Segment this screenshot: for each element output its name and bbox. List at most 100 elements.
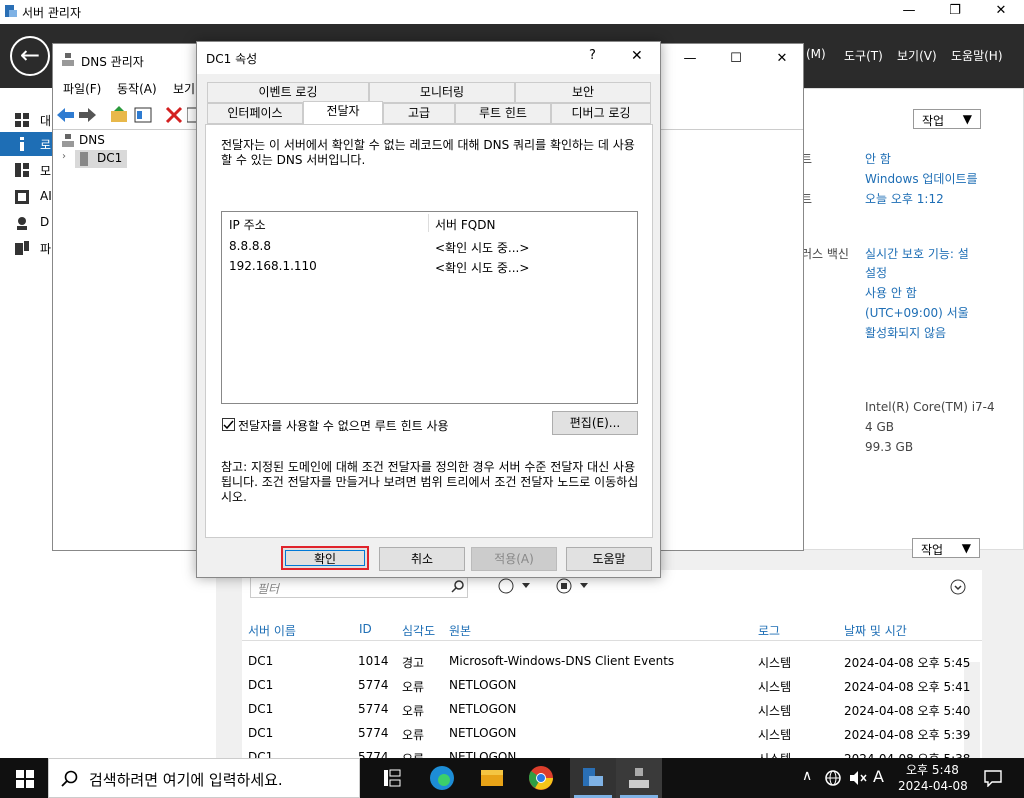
dns-root-icon bbox=[61, 134, 75, 151]
forwarders-tab-panel: 전달자는 이 서버에서 확인할 수 없는 레코드에 대해 DNS 쿼리를 확인하… bbox=[205, 124, 653, 538]
tab-forwarders[interactable]: 전달자 bbox=[303, 101, 383, 124]
forwarders-list[interactable]: IP 주소 서버 FQDN 8.8.8.8 <확인 시도 중...> 192.1… bbox=[221, 211, 638, 404]
minimize-button[interactable]: — bbox=[886, 0, 932, 24]
file-services-icon bbox=[15, 241, 29, 255]
tab-monitoring[interactable]: 모니터링 bbox=[369, 82, 515, 103]
tab-event-logging[interactable]: 이벤트 로깅 bbox=[207, 82, 369, 103]
chrome-icon[interactable] bbox=[525, 764, 557, 792]
prop-value-link[interactable]: 설정 bbox=[865, 264, 887, 281]
prop-value-link[interactable]: 오늘 오후 1:12 bbox=[865, 190, 944, 207]
expand-icon[interactable] bbox=[950, 579, 966, 598]
menu-view[interactable]: 보기(V) bbox=[897, 47, 937, 64]
list-item[interactable]: 192.168.1.110 <확인 시도 중...> bbox=[222, 256, 637, 276]
menu-tools[interactable]: 도구(T) bbox=[844, 47, 883, 64]
table-row[interactable]: DC1 5774 오류 NETLOGON 시스템 2024-04-08 오후 5:39 bbox=[242, 722, 982, 746]
checkbox-label[interactable]: 전달자를 사용할 수 없으면 루트 힌트 사용 bbox=[238, 417, 449, 434]
back-arrow-icon[interactable]: ← bbox=[10, 36, 50, 76]
server-manager-icon bbox=[4, 4, 18, 18]
menu-view[interactable]: 보기 bbox=[173, 80, 195, 97]
menu-help[interactable]: 도움말(H) bbox=[951, 47, 1003, 64]
tab-advanced[interactable]: 고급 bbox=[383, 103, 455, 124]
server-manager-icon bbox=[577, 764, 609, 795]
dns-app-icon bbox=[61, 53, 75, 70]
prop-value-link[interactable]: 활성화되지 않음 bbox=[865, 324, 946, 341]
nav-file-services[interactable]: 파 bbox=[0, 236, 52, 260]
table-row[interactable]: DC1 1014 경고 Microsoft-Windows-DNS Client Ev… bbox=[242, 650, 982, 674]
tree-item-dns[interactable]: DNS bbox=[79, 133, 105, 147]
nav-dns[interactable]: D bbox=[0, 211, 52, 235]
ok-button[interactable]: 확인 bbox=[281, 546, 369, 570]
menu-manage[interactable]: (M) bbox=[806, 47, 826, 61]
clock-date[interactable]: 2024-04-08 bbox=[898, 779, 968, 793]
task-view-icon[interactable] bbox=[376, 764, 408, 792]
help-button[interactable]: 도움말 bbox=[566, 547, 652, 571]
list-item[interactable]: 8.8.8.8 <확인 시도 중...> bbox=[222, 236, 637, 256]
show-hide-tree-icon[interactable] bbox=[134, 106, 152, 127]
col-ip-address[interactable]: IP 주소 bbox=[229, 216, 266, 233]
tasks-dropdown-top[interactable]: 작업 ▼ bbox=[913, 109, 981, 129]
nav-dashboard[interactable]: 대 bbox=[0, 108, 52, 132]
prop-value-link[interactable]: 실시간 보호 기능: 설 bbox=[865, 245, 969, 262]
col-severity[interactable]: 심각도 bbox=[402, 622, 435, 639]
help-icon[interactable]: ? bbox=[589, 48, 596, 63]
col-source[interactable]: 원본 bbox=[449, 622, 471, 639]
nav-all-servers[interactable]: 모 bbox=[0, 158, 52, 182]
network-icon[interactable] bbox=[824, 769, 842, 790]
tasks-dropdown-events[interactable]: 작업 ▼ bbox=[912, 538, 980, 558]
menu-action[interactable]: 동작(A) bbox=[117, 80, 157, 97]
taskbar-search-box[interactable]: 검색하려면 여기에 입력하세요. bbox=[48, 758, 360, 798]
delete-icon[interactable] bbox=[165, 106, 183, 127]
dns-minimize-button[interactable]: — bbox=[667, 48, 713, 72]
col-datetime[interactable]: 날짜 및 시간 bbox=[844, 622, 907, 639]
back-arrow-icon[interactable] bbox=[57, 107, 75, 126]
windows-start-icon[interactable] bbox=[16, 770, 34, 791]
col-log[interactable]: 로그 bbox=[758, 622, 780, 639]
menu-file[interactable]: 파일(F) bbox=[63, 80, 101, 97]
file-explorer-icon[interactable] bbox=[476, 764, 508, 792]
nav-local-server[interactable]: 로 bbox=[0, 132, 52, 156]
prop-value-link[interactable]: (UTC+09:00) 서울 bbox=[865, 304, 969, 321]
tab-interfaces[interactable]: 인터페이스 bbox=[207, 103, 303, 124]
edit-button[interactable]: 편집(E)... bbox=[552, 411, 638, 435]
dns-app-icon bbox=[623, 764, 655, 795]
volume-muted-icon[interactable] bbox=[848, 769, 868, 790]
table-row[interactable]: DC1 5774 오류 NETLOGON 시스템 2024-04-08 오후 5:41 bbox=[242, 674, 982, 698]
nav-label: 파 bbox=[40, 242, 52, 256]
use-root-hints-checkbox[interactable] bbox=[222, 418, 235, 431]
col-server-fqdn[interactable]: 서버 FQDN bbox=[435, 216, 495, 233]
forwarder-ip: 8.8.8.8 bbox=[229, 239, 271, 253]
prop-value: 99.3 GB bbox=[865, 440, 914, 454]
dns-close-button[interactable]: ✕ bbox=[759, 48, 805, 72]
close-button[interactable]: ✕ bbox=[978, 0, 1024, 24]
col-id[interactable]: ID bbox=[359, 622, 372, 636]
edge-browser-icon[interactable] bbox=[426, 764, 458, 792]
filter-input[interactable]: 필터 bbox=[250, 576, 468, 598]
notification-icon[interactable] bbox=[984, 769, 1002, 790]
maximize-button[interactable]: ❐ bbox=[932, 0, 978, 24]
nav-ad[interactable]: AI bbox=[0, 185, 52, 209]
expand-chevron-icon[interactable]: › bbox=[62, 151, 66, 162]
folder-up-icon[interactable] bbox=[110, 106, 128, 127]
apply-button[interactable]: 적용(A) bbox=[471, 547, 557, 571]
cancel-button[interactable]: 취소 bbox=[379, 547, 465, 571]
prop-value-link[interactable]: 안 함 bbox=[865, 150, 891, 167]
filter-options-icon[interactable] bbox=[498, 578, 530, 597]
ime-indicator[interactable]: A bbox=[873, 767, 884, 786]
dns-maximize-button[interactable]: ☐ bbox=[713, 48, 759, 72]
save-query-icon[interactable] bbox=[556, 578, 588, 597]
table-row[interactable]: DC1 5774 오류 NETLOGON 시스템 2024-04-08 오후 5:40 bbox=[242, 698, 982, 722]
tab-debug-logging[interactable]: 디버그 로깅 bbox=[551, 103, 651, 124]
prop-value-link[interactable]: Windows 업데이트를 bbox=[865, 170, 978, 187]
clock-time[interactable]: 오후 5:48 bbox=[906, 761, 959, 778]
taskbar-dns-manager[interactable] bbox=[616, 758, 662, 798]
prop-value-link[interactable]: 사용 안 함 bbox=[865, 284, 917, 301]
col-server-name[interactable]: 서버 이름 bbox=[248, 622, 296, 639]
taskbar-server-manager[interactable] bbox=[570, 758, 616, 798]
tray-chevron-up-icon[interactable]: ∧ bbox=[802, 768, 812, 784]
tree-item-dc1[interactable]: DC1 bbox=[75, 150, 127, 168]
forward-arrow-icon[interactable] bbox=[79, 107, 97, 126]
dialog-close-icon[interactable]: ✕ bbox=[631, 48, 643, 64]
tab-security[interactable]: 보안 bbox=[515, 82, 651, 103]
search-icon bbox=[61, 770, 79, 791]
tab-root-hints[interactable]: 루트 힌트 bbox=[455, 103, 551, 124]
